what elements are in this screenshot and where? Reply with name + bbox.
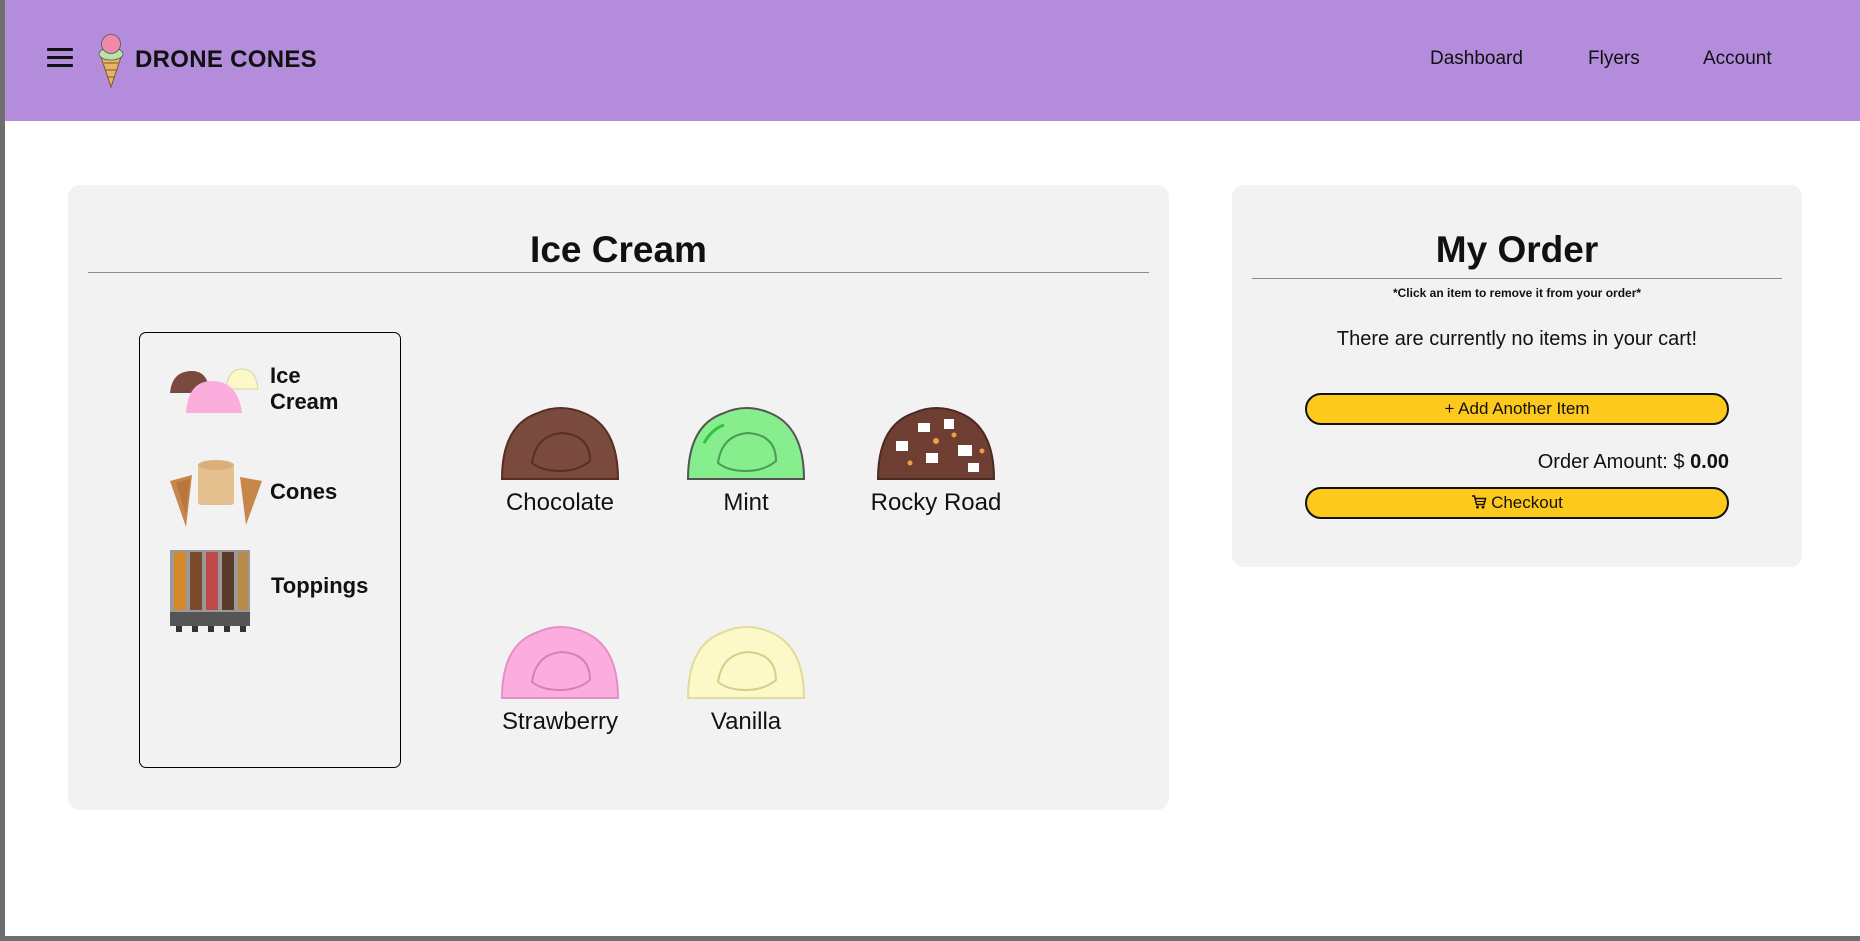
nav-link-flyers[interactable]: Flyers [1588,48,1640,70]
flavor-vanilla[interactable]: Vanilla [656,620,836,736]
category-label: Toppings [271,573,369,598]
empty-cart-message: There are currently no items in your car… [1336,328,1698,350]
order-hint: *Click an item to remove it from your or… [1392,286,1642,300]
flavor-name: Mint [723,489,769,516]
flavor-name: Rocky Road [870,489,1002,516]
flavor-name: Chocolate [505,489,615,516]
order-amount-value: 0.00 [1690,451,1729,473]
vanilla-scoop-icon [686,626,806,699]
checkout-label: Checkout [1491,493,1563,512]
flavor-chocolate[interactable]: Chocolate [470,401,650,517]
strawberry-scoop-icon [500,626,620,699]
toppings-dispenser-icon [170,550,250,632]
nav-link-dashboard[interactable]: Dashboard [1430,48,1523,70]
app-viewport: DRONE CONES Dashboard Flyers Account Ice… [5,0,1860,936]
rocky-road-scoop-icon [876,407,996,480]
checkout-button[interactable]: Checkout [1305,487,1729,519]
order-amount-label: Order Amount: $ [1537,451,1685,473]
ice-cream-cone-logo-icon [98,34,124,89]
menu-panel: Ice Cream Ice Cream Cones Toppings Choco… [68,185,1169,810]
flavor-rocky-road[interactable]: Rocky Road [846,401,1026,517]
order-amount: Order Amount: $ 0.00 [1538,451,1729,474]
category-list: Ice Cream Cones Toppings [139,332,401,768]
flavor-name: Strawberry [501,708,619,735]
cones-icon [170,460,262,527]
mint-scoop-icon [686,407,806,480]
category-label: Ice Cream [270,363,339,414]
category-label: Cones [270,479,338,504]
nav-link-account[interactable]: Account [1703,48,1772,70]
cart-icon [1472,495,1487,509]
flavor-mint[interactable]: Mint [656,401,836,517]
flavor-strawberry[interactable]: Strawberry [470,620,650,736]
order-divider [1252,278,1782,279]
menu-title: Ice Cream [530,229,707,270]
ice-cream-scoops-icon [170,368,259,413]
add-another-item-button[interactable]: + Add Another Item [1305,393,1729,425]
flavor-name: Vanilla [710,708,782,735]
menu-divider [88,272,1149,273]
menu-hamburger-icon[interactable] [47,48,73,68]
order-title: My Order [1435,229,1599,270]
chocolate-scoop-icon [500,407,620,480]
top-navbar: DRONE CONES Dashboard Flyers Account [5,0,1860,121]
brand-name[interactable]: DRONE CONES [135,46,317,74]
order-panel: My Order *Click an item to remove it fro… [1232,185,1802,567]
